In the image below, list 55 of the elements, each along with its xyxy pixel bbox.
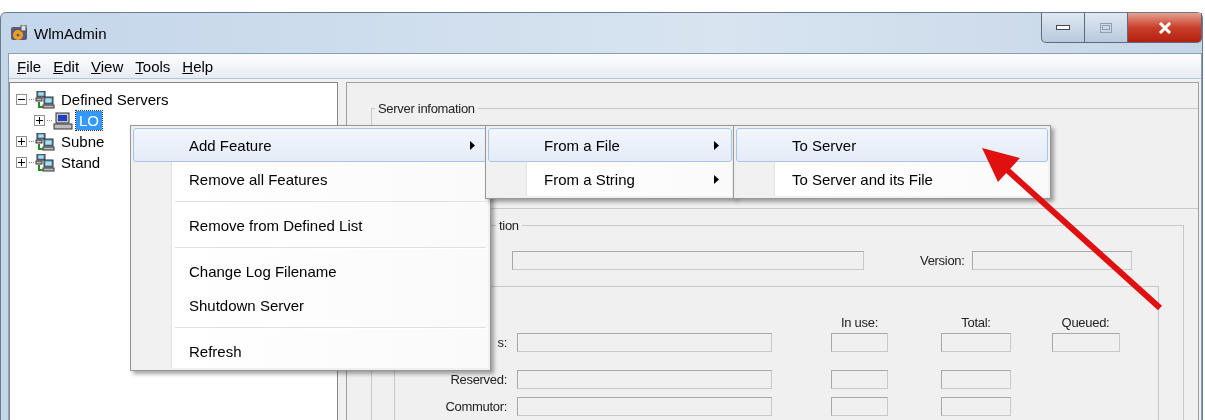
in-use-field[interactable]: [831, 370, 888, 389]
text-field[interactable]: [517, 397, 772, 416]
expand-icon[interactable]: [16, 157, 27, 168]
menu-item[interactable]: From a File: [488, 128, 732, 162]
window-title: WlmAdmin: [34, 24, 107, 42]
minimize-icon: [1056, 25, 1070, 30]
computer-icon: [53, 111, 73, 130]
menu-item[interactable]: Remove from Defined List: [133, 208, 488, 242]
menu-item[interactable]: Remove all Features: [133, 162, 488, 196]
text-field[interactable]: [512, 251, 864, 270]
column-label: Queued:: [1060, 315, 1111, 330]
tree-item[interactable]: Subne: [58, 132, 108, 151]
expand-icon[interactable]: [16, 136, 27, 147]
menu-item[interactable]: To Server: [736, 128, 1048, 162]
servers-icon: [35, 153, 55, 172]
in-use-field[interactable]: [831, 397, 888, 416]
in-use-field[interactable]: [831, 333, 888, 352]
tree-item[interactable]: Defined Servers: [58, 90, 172, 109]
menu-item[interactable]: Shutdown Server: [133, 288, 488, 322]
version-label: Version:: [920, 253, 965, 268]
total-field[interactable]: [941, 370, 1011, 389]
app-icon: [10, 25, 28, 41]
servers-icon: [35, 132, 55, 151]
text-field[interactable]: [517, 333, 772, 352]
menu-item[interactable]: To Server and its File: [736, 162, 1048, 196]
tree-item[interactable]: Stand: [58, 153, 104, 172]
close-icon: [1157, 21, 1172, 34]
column-label: In use:: [840, 315, 879, 330]
menu-bar-item[interactable]: Tools: [129, 57, 177, 75]
field-label: Commutor:: [444, 399, 507, 414]
minimize-button[interactable]: [1041, 13, 1085, 43]
collapse-icon[interactable]: [16, 94, 27, 105]
total-field[interactable]: [941, 333, 1011, 352]
menu-bar-item[interactable]: File: [11, 57, 48, 75]
group-title: Server infomation: [377, 101, 476, 116]
text-field[interactable]: [517, 370, 772, 389]
menu-bar-item[interactable]: View: [85, 57, 130, 75]
maximize-icon: [1100, 22, 1112, 33]
total-field[interactable]: [941, 397, 1011, 416]
menu-item[interactable]: Add Feature: [133, 128, 488, 162]
field-label: s:: [496, 335, 507, 350]
maximize-button[interactable]: [1085, 13, 1128, 43]
close-button[interactable]: [1127, 13, 1202, 43]
menu-item[interactable]: Refresh: [133, 334, 488, 368]
menu-item[interactable]: Change Log Filename: [133, 254, 488, 288]
group-title: tion: [498, 218, 520, 233]
version-field[interactable]: [971, 251, 1132, 270]
servers-icon: [35, 90, 55, 109]
column-label: Total:: [960, 315, 992, 330]
menu-bar-item[interactable]: Help: [176, 57, 220, 75]
field-label: Reserved:: [449, 372, 507, 387]
expand-icon[interactable]: [34, 115, 45, 126]
queued-field[interactable]: [1052, 333, 1120, 352]
menu-item[interactable]: From a String: [488, 162, 732, 196]
menu-bar-item[interactable]: Edit: [47, 57, 86, 75]
